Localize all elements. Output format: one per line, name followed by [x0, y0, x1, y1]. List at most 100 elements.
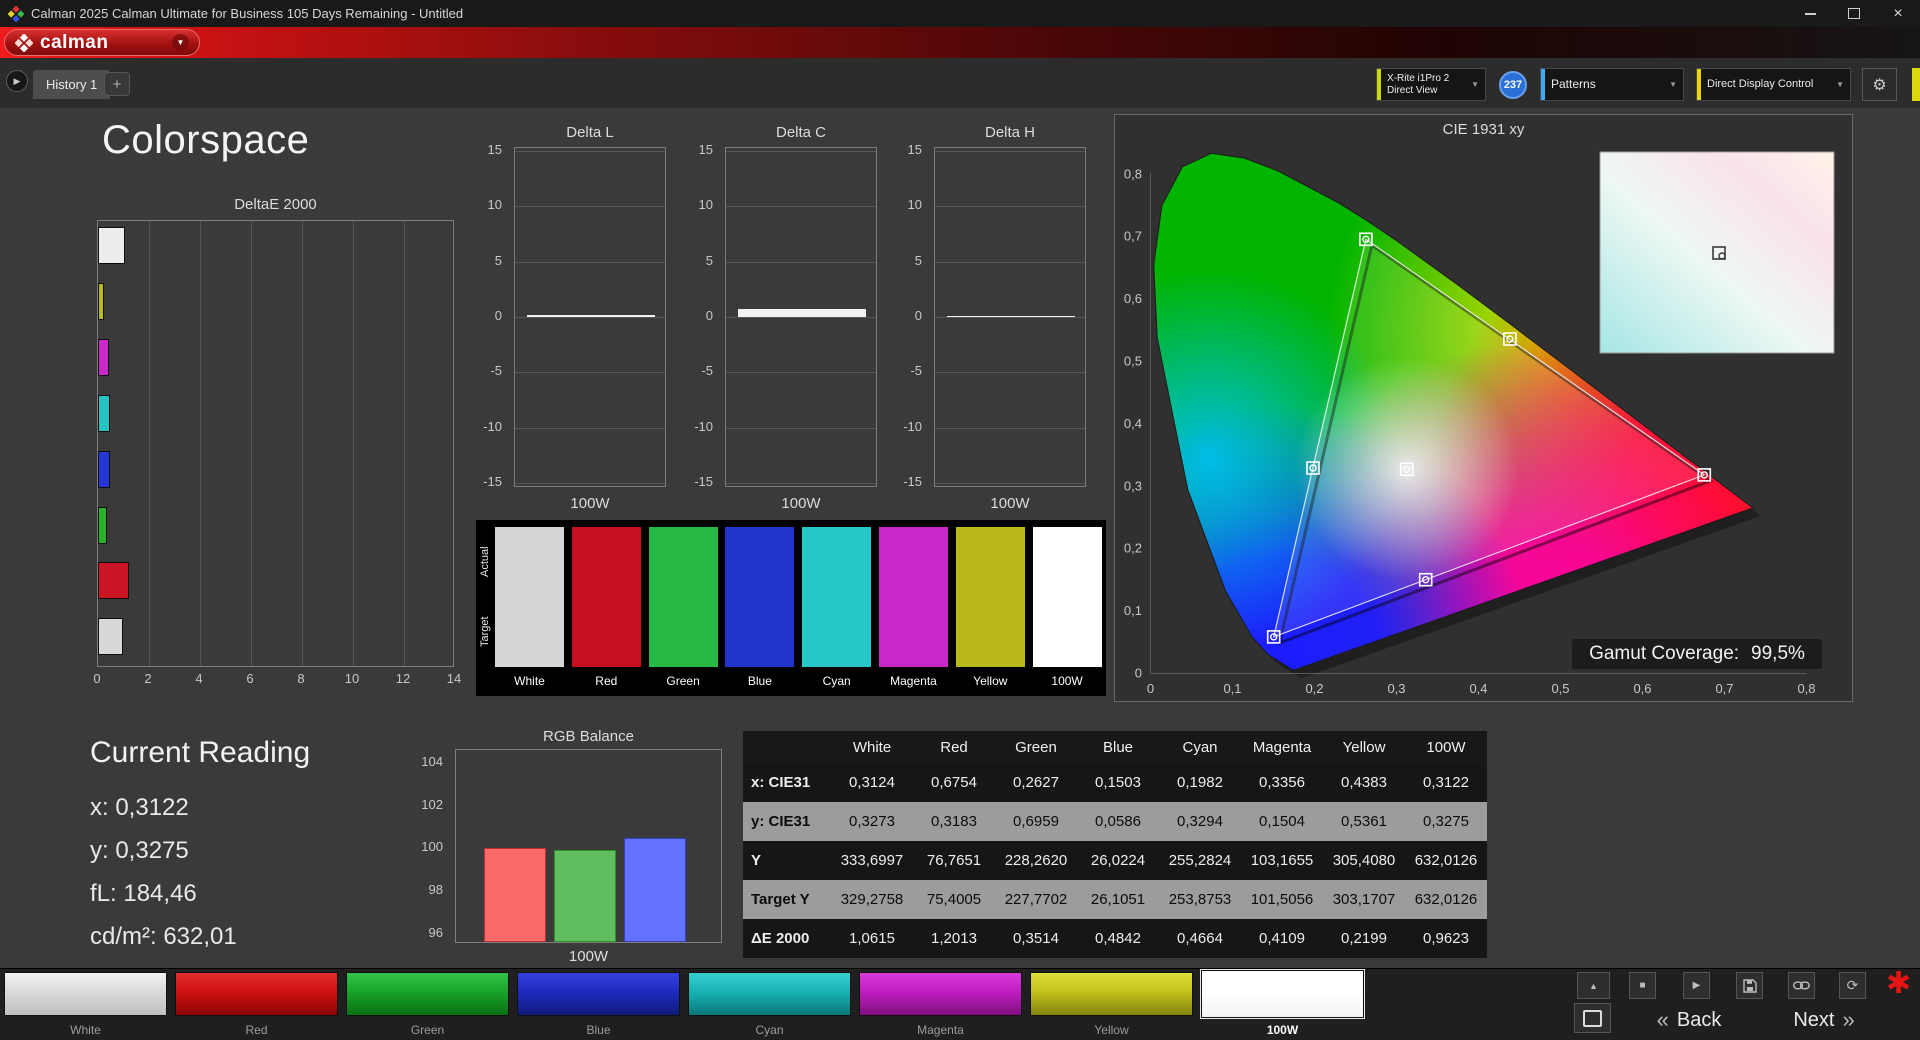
delta-gridline — [726, 317, 876, 318]
delta-y-tick: 5 — [705, 252, 713, 268]
table-cell: 0,4383 — [1341, 774, 1387, 791]
back-button[interactable]: « Back — [1630, 1005, 1748, 1035]
delta-plot-1 — [725, 147, 877, 487]
chevrons-right-icon: » — [1842, 1007, 1855, 1032]
swatch-red — [571, 527, 641, 667]
settings-button[interactable]: ⚙ — [1862, 68, 1897, 101]
cie-y-tick: 0,4 — [1124, 416, 1142, 431]
delta-gridline — [935, 206, 1085, 208]
link-button[interactable] — [1788, 972, 1815, 999]
table-cell: 75,4005 — [926, 891, 982, 908]
pattern-window-button[interactable] — [1574, 1003, 1611, 1033]
title-bar: Calman 2025 Calman Ultimate for Business… — [0, 0, 1920, 27]
table-row-label: ΔE 2000 — [751, 930, 810, 947]
display-control-select[interactable]: Direct Display Control ▼ — [1696, 68, 1851, 101]
delta-l-xlabel: 100W — [570, 495, 610, 512]
minimize-button[interactable] — [1788, 0, 1832, 27]
table-header-cell: Yellow — [1342, 738, 1386, 756]
table-row-label: Y — [751, 852, 762, 869]
save-button[interactable] — [1736, 972, 1763, 999]
meter-select[interactable]: X-Rite i1Pro 2 Direct View ▼ — [1376, 68, 1486, 101]
cie-panel: 0 0,1 0,2 0,3 0,4 0,5 0,6 0,7 0,8 0 0,1 0,2 0,3 0,4 0,… — [1114, 114, 1853, 702]
play-button[interactable]: ▶ — [1683, 972, 1710, 999]
swatch-label-green: Green — [666, 674, 700, 688]
delta-y-tick: -10 — [694, 418, 713, 434]
next-label: Next — [1793, 1008, 1835, 1031]
delta-y-tick: -5 — [701, 363, 713, 379]
table-cell: 632,0126 — [1414, 891, 1478, 908]
table-cell: 0,3514 — [1013, 930, 1059, 947]
delta-gridline — [515, 317, 665, 318]
minimize-icon — [1804, 12, 1816, 15]
table-cell: 0,5361 — [1341, 813, 1387, 830]
swatch-magenta — [879, 527, 948, 667]
swatch-strip — [495, 527, 1102, 667]
stop-button[interactable]: ■ — [1629, 972, 1656, 999]
table-cell: 0,1504 — [1259, 813, 1305, 830]
delta-gridline — [515, 427, 665, 429]
maximize-button[interactable] — [1832, 0, 1876, 27]
pattern-button-cyan[interactable]: Cyan — [688, 972, 851, 1038]
pattern-button-red[interactable]: Red — [175, 972, 338, 1038]
brand-name: calman — [40, 31, 109, 53]
cie-x-tick: 0,6 — [1633, 681, 1651, 696]
deltae-bar-white — [98, 227, 126, 264]
rgb-y-tick: 104 — [421, 753, 443, 769]
calman-menu-button[interactable]: calman ▼ — [4, 29, 200, 56]
delta-h-xlabel: 100W — [990, 495, 1030, 512]
side-panel-handle[interactable] — [1912, 68, 1920, 101]
pattern-button-100w[interactable]: 100W — [1200, 969, 1365, 1038]
white-zoom-inset — [1599, 151, 1835, 354]
pattern-label: Red — [245, 1023, 268, 1037]
delta-gridline — [515, 372, 665, 374]
rgb-yticks: 104 102 100 98 96 — [407, 749, 451, 943]
scroll-up-button[interactable]: ▲ — [1577, 972, 1610, 999]
close-icon: × — [1893, 4, 1903, 22]
chevron-down-icon: ▼ — [1669, 80, 1677, 89]
delta-y-tick: 10 — [698, 197, 713, 213]
cie-x-tick: 0,5 — [1551, 681, 1569, 696]
delta-y-tick: 0 — [705, 308, 713, 323]
table-cell: 26,1051 — [1090, 891, 1146, 908]
reading-fl: fL: 184,46 — [90, 880, 197, 907]
refresh-button[interactable]: ⟳ — [1839, 972, 1866, 999]
pattern-button-green[interactable]: Green — [346, 972, 509, 1038]
pattern-label: Magenta — [917, 1023, 964, 1037]
pattern-swatch — [346, 972, 509, 1016]
cie-y-tick: 0,6 — [1124, 291, 1142, 306]
delta-yticks-0: 15 10 5 0 -5 -10 -15 — [468, 142, 510, 489]
cie-x-tick: 0 — [1147, 681, 1154, 696]
plus-icon: + — [112, 75, 122, 93]
table-header-cell: Cyan — [1182, 738, 1218, 756]
delta-bar-0 — [527, 314, 655, 317]
delta-y-tick: 10 — [487, 197, 502, 213]
table-cell: 329,2758 — [840, 891, 904, 908]
pattern-button-magenta[interactable]: Magenta — [859, 972, 1022, 1038]
cie-x-tick: 0,3 — [1387, 681, 1405, 696]
gamut-coverage-value: 99,5% — [1751, 643, 1805, 664]
delta-y-tick: 0 — [914, 308, 922, 323]
rgb-y-tick: 96 — [428, 924, 443, 940]
pattern-button-blue[interactable]: Blue — [517, 972, 680, 1038]
deltae-xticks: 0 2 4 6 8 10 12 14 — [93, 671, 461, 689]
pattern-swatch — [175, 972, 338, 1016]
deltae-x-tick: 0 — [93, 671, 101, 686]
delta-y-tick: -10 — [903, 418, 922, 434]
close-button[interactable]: × — [1876, 0, 1920, 27]
table-cell: 1,0615 — [849, 930, 895, 947]
pattern-button-yellow[interactable]: Yellow — [1030, 972, 1193, 1038]
next-button[interactable]: Next » — [1760, 1005, 1888, 1035]
patterns-select[interactable]: Patterns ▼ — [1540, 68, 1684, 101]
cie-y-tick: 0 — [1135, 666, 1142, 681]
table-header-cell: Green — [1015, 738, 1057, 756]
delta-gridline — [726, 372, 876, 374]
current-reading-title: Current Reading — [90, 736, 311, 769]
tab-history-1[interactable]: History 1 — [33, 70, 111, 99]
delta-y-tick: -15 — [694, 474, 713, 489]
tab-scroll-button[interactable]: ▶ — [6, 70, 28, 92]
deltae-bar-magenta — [98, 338, 109, 376]
add-tab-button[interactable]: + — [104, 72, 130, 96]
pattern-button-white[interactable]: White — [4, 972, 167, 1038]
gamut-coverage: Gamut Coverage: 99,5% — [1572, 639, 1822, 669]
table-row-label: y: CIE31 — [751, 813, 811, 830]
